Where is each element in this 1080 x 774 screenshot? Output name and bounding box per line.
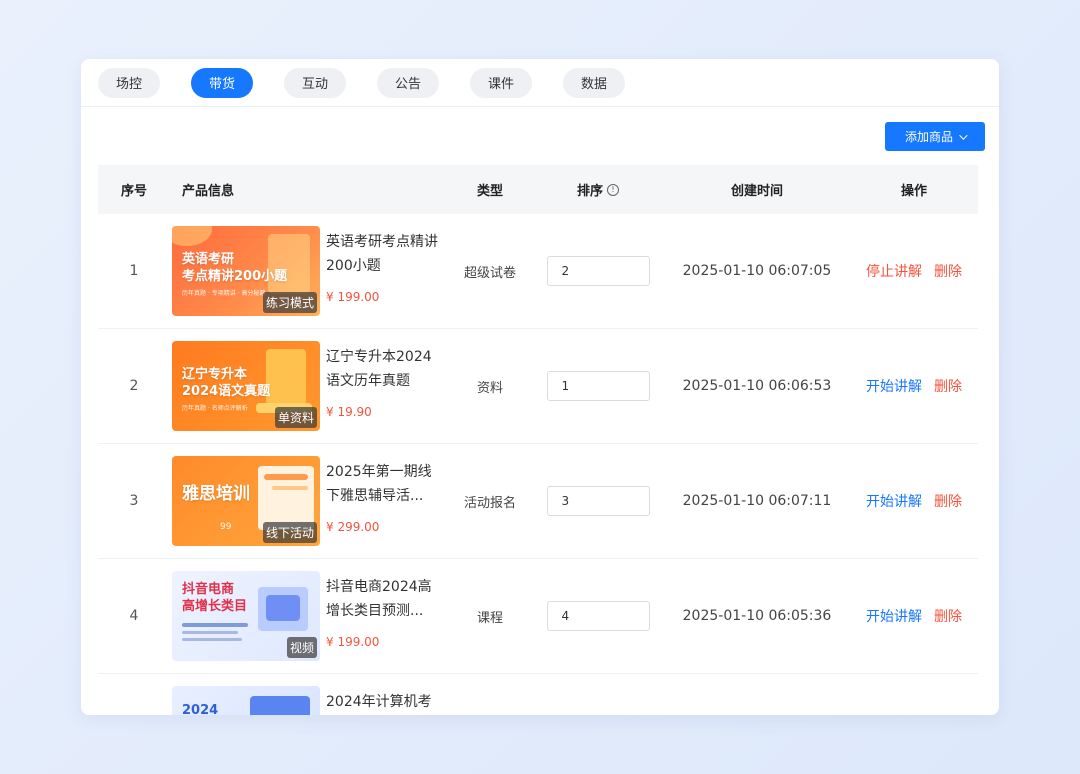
thumbnail-title: 抖音电商 高增长类目	[182, 582, 248, 614]
thumbnail-subtitle: 历年真题 · 专项精讲 · 高分秘籍	[182, 290, 266, 297]
toolbar: 添加商品	[81, 107, 999, 165]
header-actions: 操作	[900, 184, 927, 199]
thumbnail-title: 英语考研 考点精讲200小题	[182, 252, 288, 284]
table-row: 4 抖音电商 高增长类目 视频 抖音电商2024高增长类目预测... ¥ 199…	[98, 559, 978, 674]
row-index: 2	[129, 378, 139, 394]
table-row: 2024 2024年计算机考	[98, 674, 978, 715]
sort-input[interactable]	[546, 486, 650, 516]
thumbnail-title: 2024	[182, 703, 219, 715]
tab-bar: 场控 带货 互动 公告 课件 数据	[81, 59, 999, 107]
table-row: 2 辽宁专升本 2024语文真题 历年真题 · 名师点评解析 单资料 辽宁专升本…	[98, 329, 978, 444]
header-type: 类型	[476, 184, 503, 199]
product-name[interactable]: 抖音电商2024高增长类目预测...	[326, 575, 438, 623]
type-badge: 单资料	[274, 407, 317, 428]
start-explain-button[interactable]: 开始讲解	[866, 376, 922, 396]
product-type: 资料	[476, 380, 503, 396]
sort-cell	[532, 486, 664, 516]
row-index: 3	[129, 493, 139, 509]
add-product-button[interactable]: 添加商品	[885, 122, 985, 151]
delete-button[interactable]: 删除	[934, 376, 962, 396]
product-type: 课程	[476, 610, 503, 626]
product-type: 超级试卷	[463, 265, 516, 281]
product-thumbnail[interactable]: 辽宁专升本 2024语文真题 历年真题 · 名师点评解析 单资料	[172, 341, 320, 431]
row-actions: 开始讲解 删除	[850, 491, 978, 511]
sort-cell	[532, 256, 664, 286]
tab-sell-goods[interactable]: 带货	[191, 67, 253, 98]
row-actions: 开始讲解 删除	[850, 606, 978, 626]
tab-data[interactable]: 数据	[563, 67, 625, 98]
product-thumbnail[interactable]: 英语考研 考点精讲200小题 历年真题 · 专项精讲 · 高分秘籍 练习模式	[172, 226, 320, 316]
table-header: 序号 产品信息 类型 排序 ! 创建时间 操作	[98, 165, 978, 214]
start-explain-button[interactable]: 开始讲解	[866, 491, 922, 511]
sort-input[interactable]	[546, 256, 650, 286]
product-name[interactable]: 辽宁专升本2024语文历年真题	[326, 345, 438, 393]
product-name[interactable]: 2024年计算机考	[326, 690, 438, 715]
product-text: 2024年计算机考	[326, 686, 438, 715]
created-time: 2025-01-10 06:07:11	[682, 493, 832, 509]
product-text: 辽宁专升本2024语文历年真题 ¥ 19.90	[326, 341, 438, 419]
product-info: 雅思培训 99 线下活动 2025年第一期线下雅思辅导活... ¥ 299.00	[170, 456, 448, 546]
type-badge: 练习模式	[262, 292, 317, 313]
product-text: 英语考研考点精讲200小题 ¥ 199.00	[326, 226, 438, 304]
product-type: 活动报名	[463, 495, 516, 511]
type-badge: 视频	[286, 637, 317, 658]
product-table: 序号 产品信息 类型 排序 ! 创建时间 操作 1 英语考研 考点精讲200小题…	[98, 165, 978, 715]
header-created: 创建时间	[730, 184, 783, 199]
product-thumbnail[interactable]: 抖音电商 高增长类目 视频	[172, 571, 320, 661]
product-thumbnail[interactable]: 雅思培训 99 线下活动	[172, 456, 320, 546]
product-name[interactable]: 英语考研考点精讲200小题	[326, 230, 438, 278]
created-time: 2025-01-10 06:05:36	[682, 608, 832, 624]
row-actions: 停止讲解 删除	[850, 261, 978, 281]
row-actions: 开始讲解 删除	[850, 376, 978, 396]
product-price: ¥ 19.90	[326, 405, 372, 419]
created-time: 2025-01-10 06:06:53	[682, 378, 832, 394]
thumbnail-subtitle: 99	[220, 522, 232, 532]
header-sort: 排序 !	[532, 180, 664, 199]
product-info: 抖音电商 高增长类目 视频 抖音电商2024高增长类目预测... ¥ 199.0…	[170, 571, 448, 661]
product-text: 抖音电商2024高增长类目预测... ¥ 199.00	[326, 571, 438, 649]
product-thumbnail[interactable]: 2024	[172, 686, 320, 715]
product-price: ¥ 299.00	[326, 520, 380, 534]
sort-cell	[532, 371, 664, 401]
delete-button[interactable]: 删除	[934, 261, 962, 281]
header-sort-label: 排序	[576, 184, 603, 199]
tab-field-control[interactable]: 场控	[98, 67, 160, 98]
delete-button[interactable]: 删除	[934, 606, 962, 626]
product-name[interactable]: 2025年第一期线下雅思辅导活...	[326, 460, 438, 508]
tab-interaction[interactable]: 互动	[284, 67, 346, 98]
sort-input[interactable]	[546, 601, 650, 631]
product-info: 2024 2024年计算机考	[170, 686, 448, 715]
product-text: 2025年第一期线下雅思辅导活... ¥ 299.00	[326, 456, 438, 534]
thumbnail-subtitle: 历年真题 · 名师点评解析	[182, 405, 248, 412]
thumbnail-title: 雅思培训	[182, 484, 250, 504]
stop-explain-button[interactable]: 停止讲解	[866, 261, 922, 281]
product-price: ¥ 199.00	[326, 290, 380, 304]
tab-courseware[interactable]: 课件	[470, 67, 532, 98]
table-row: 3 雅思培训 99 线下活动 2025年第一期线下雅思辅导活... ¥ 299.…	[98, 444, 978, 559]
created-time: 2025-01-10 06:07:05	[682, 263, 832, 279]
start-explain-button[interactable]: 开始讲解	[866, 606, 922, 626]
product-price: ¥ 199.00	[326, 635, 380, 649]
chevron-down-icon	[959, 130, 968, 140]
sort-cell	[532, 601, 664, 631]
add-product-label: 添加商品	[904, 130, 953, 144]
row-index: 4	[129, 608, 139, 624]
live-control-panel: 场控 带货 互动 公告 课件 数据 添加商品 序号 产品信息 类型 排序 ! 创…	[81, 59, 999, 715]
info-icon[interactable]: !	[607, 183, 619, 196]
header-index: 序号	[120, 184, 147, 199]
product-info: 辽宁专升本 2024语文真题 历年真题 · 名师点评解析 单资料 辽宁专升本20…	[170, 341, 448, 431]
product-info: 英语考研 考点精讲200小题 历年真题 · 专项精讲 · 高分秘籍 练习模式 英…	[170, 226, 448, 316]
delete-button[interactable]: 删除	[934, 491, 962, 511]
header-product: 产品信息	[182, 184, 235, 199]
thumbnail-title: 辽宁专升本 2024语文真题	[182, 367, 271, 399]
row-index: 1	[129, 263, 139, 279]
table-row: 1 英语考研 考点精讲200小题 历年真题 · 专项精讲 · 高分秘籍 练习模式…	[98, 214, 978, 329]
tab-announcement[interactable]: 公告	[377, 67, 439, 98]
type-badge: 线下活动	[262, 522, 317, 543]
sort-input[interactable]	[546, 371, 650, 401]
